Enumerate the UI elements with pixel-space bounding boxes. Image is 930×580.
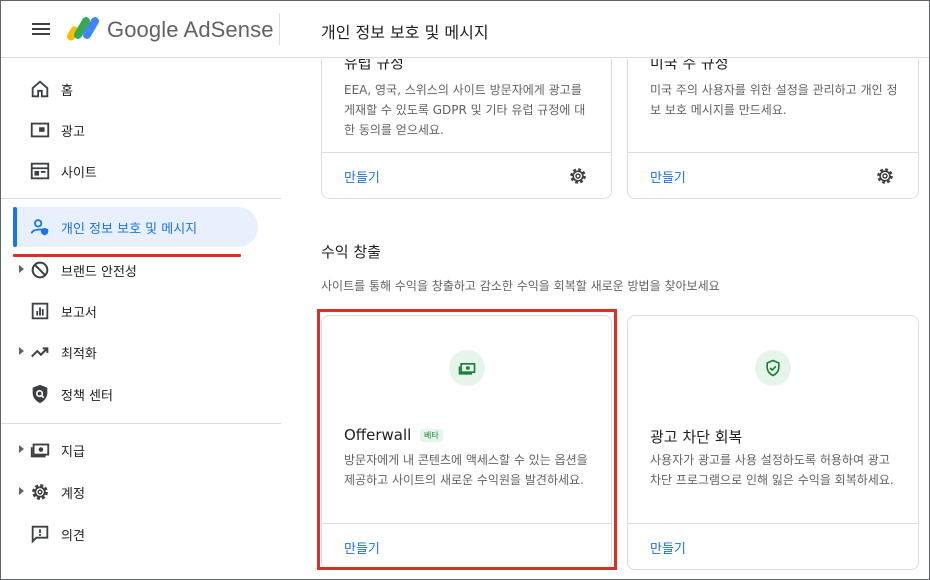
card-title: Offerwall [344,426,412,444]
privacy-messaging-icon [30,219,49,236]
sidebar-item-label: 지급 [61,445,85,460]
trending-icon [31,347,49,358]
card-description: 미국 주의 사용자를 위한 설정을 관리하고 개인 정보 보호 메시지를 만드세… [650,83,898,117]
card-title: 미국 주 규정 [650,59,729,72]
shield-check-icon [755,350,791,386]
gear-icon[interactable] [567,165,589,187]
europe-regulations-card: 유럽 규정 EEA, 영국, 스위스의 사이트 방문자에게 광고를 게재할 수 … [321,59,612,199]
menu-icon[interactable] [29,17,53,41]
sidebar-item-label: 의견 [61,529,85,544]
sidebar-item-optimization[interactable]: 최적화 [13,332,258,372]
caret-right-icon [19,265,24,273]
create-link[interactable]: 만들기 [344,167,380,186]
card-description: 방문자에게 내 콘텐츠에 액세스할 수 있는 옵션을 제공하고 사이트의 새로운… [344,453,588,487]
create-link[interactable]: 만들기 [650,538,686,557]
sidebar-item-label: 홈 [61,84,73,99]
money-icon [449,350,485,386]
sidebar-item-brand-safety[interactable]: 브랜드 안전성 [13,250,258,290]
card-footer: 만들기 [322,523,611,569]
sidebar-item-label: 개인 정보 보호 및 메시지 [61,222,198,237]
block-icon [31,261,49,279]
ads-icon [30,122,50,138]
sidebar: 홈 광고 사이트 개인 정보 보호 및 메시지 브랜드 안전성 보고서 최적화 … [1,59,281,579]
sidebar-item-feedback[interactable]: 의견 [13,514,258,554]
offerwall-card: Offerwall 베타 방문자에게 내 콘텐츠에 액세스할 수 있는 옵션을 … [321,315,612,570]
reports-icon [31,302,49,320]
card-title: 유럽 규정 [344,59,404,72]
sidebar-divider [1,198,281,199]
policy-shield-icon [32,384,48,404]
card-description: 사용자가 광고를 사용 설정하도록 허용하여 광고 차단 프로그램으로 인해 잃… [650,453,894,487]
sidebar-item-label: 최적화 [61,347,97,362]
feedback-icon [31,525,49,544]
sidebar-item-payments[interactable]: 지급 [13,430,258,470]
sidebar-item-label: 정책 센터 [61,389,113,404]
sidebar-item-ads[interactable]: 광고 [13,110,258,150]
sidebar-item-label: 사이트 [61,166,97,181]
adsense-logo-icon [67,17,99,41]
card-title: 광고 차단 회복 [650,428,743,446]
page-title: 개인 정보 보호 및 메시지 [321,23,489,42]
sidebar-item-policy-center[interactable]: 정책 센터 [13,374,258,414]
create-link[interactable]: 만들기 [344,538,380,557]
create-link[interactable]: 만들기 [650,167,686,186]
sites-icon [30,162,50,180]
sidebar-divider [1,423,281,424]
caret-right-icon [19,347,24,355]
main-content: 유럽 규정 EEA, 영국, 스위스의 사이트 방문자에게 광고를 게재할 수 … [281,59,929,579]
settings-icon [32,484,48,500]
caret-right-icon [19,487,24,495]
us-state-regulations-card: 미국 주 규정 미국 주의 사용자를 위한 설정을 관리하고 개인 정보 보호 … [627,59,919,199]
card-footer: 만들기 [628,152,918,198]
card-footer: 만들기 [322,152,611,198]
home-icon [31,80,49,98]
sidebar-item-privacy-messaging[interactable]: 개인 정보 보호 및 메시지 [13,207,258,247]
sidebar-item-label: 계정 [61,487,85,502]
ad-block-recovery-card: 광고 차단 회복 사용자가 광고를 사용 설정하도록 허용하여 광고 차단 프로… [627,315,919,570]
beta-badge: 베타 [420,429,443,442]
brand-name: Google AdSense [107,17,274,42]
section-title: 수익 창출 [321,243,381,261]
sidebar-item-sites[interactable]: 사이트 [13,151,258,191]
payments-icon [30,443,50,458]
sidebar-item-label: 브랜드 안전성 [61,265,137,280]
gear-icon[interactable] [874,165,896,187]
top-bar: Google AdSense 개인 정보 보호 및 메시지 [1,1,929,58]
app-window: Google AdSense 개인 정보 보호 및 메시지 홈 광고 사이트 개… [0,0,930,580]
caret-right-icon [19,445,24,453]
header-divider [279,13,280,45]
card-footer: 만들기 [628,523,918,569]
section-description: 사이트를 통해 수익을 창출하고 감소한 수익을 회복할 새로운 방법을 찾아보… [321,279,720,293]
card-description: EEA, 영국, 스위스의 사이트 방문자에게 광고를 게재할 수 있도록 GD… [344,83,586,137]
sidebar-item-account[interactable]: 계정 [13,472,258,512]
sidebar-item-label: 광고 [61,125,85,140]
sidebar-item-label: 보고서 [61,306,97,321]
sidebar-item-home[interactable]: 홈 [13,69,258,109]
sidebar-item-reports[interactable]: 보고서 [13,291,258,331]
